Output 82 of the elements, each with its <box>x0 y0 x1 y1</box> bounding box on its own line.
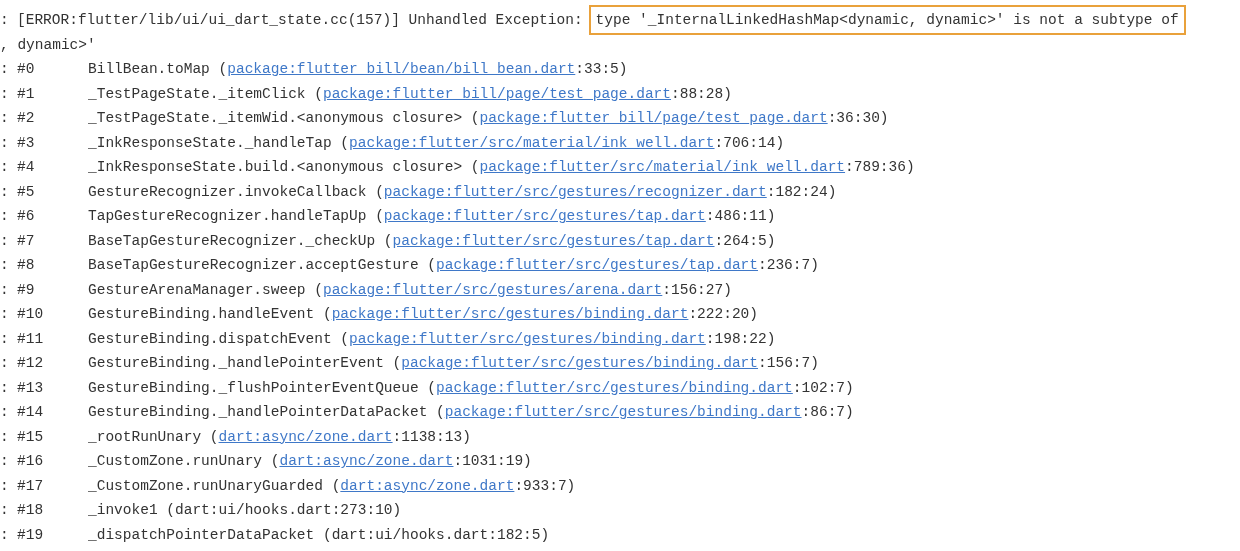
stack-frame: _rootRunUnary (dart:async/zone.dart:1138:13) <box>88 428 471 445</box>
stack-frame: GestureBinding._handlePointerDataPacket (package:flutter/src/gestures/binding.dart:86:7) <box>88 404 854 421</box>
source-link[interactable]: package:flutter_bill/page/test_page.dart <box>322 85 671 102</box>
line-prefix: : <box>0 183 10 200</box>
error-message: , dynamic>' <box>0 36 96 53</box>
line-prefix: : <box>0 257 10 274</box>
source-link[interactable]: package:flutter/src/gestures/binding.dart <box>331 306 689 323</box>
line-prefix: : <box>0 404 10 421</box>
line-prefix: : <box>0 85 10 102</box>
frame-number: #17 <box>17 477 45 494</box>
line-prefix: : <box>0 208 10 225</box>
frame-number: #14 <box>17 404 45 421</box>
stack-frame: GestureBinding.dispatchEvent (package:flutter/src/gestures/binding.dart:198:22) <box>88 330 776 347</box>
line-prefix: : <box>0 232 10 249</box>
frame-number: #7 <box>17 232 36 249</box>
frame-number: #18 <box>17 502 45 519</box>
frame-number: #6 <box>17 208 36 225</box>
line-prefix: : <box>0 281 10 298</box>
frame-number: #11 <box>17 330 45 347</box>
stack-frame: _InkResponseState.build.<anonymous closure> (package:flutter/src/material/ink_well.dart:789:36) <box>88 159 915 176</box>
frame-number: #13 <box>17 379 45 396</box>
source-link[interactable]: package:flutter/src/gestures/binding.dart <box>436 379 793 396</box>
frame-number: #9 <box>17 281 36 298</box>
stack-frame: _CustomZone.runUnary (dart:async/zone.dart:1031:19) <box>88 453 532 470</box>
source-link[interactable]: dart:async/zone.dart <box>218 428 393 445</box>
line-prefix: : <box>0 526 10 543</box>
line-prefix: : <box>0 428 10 445</box>
highlighted-error-text: type '_InternalLinkedHashMap<dynamic, dynamic>' is not a subtype of <box>588 5 1186 36</box>
line-prefix: : <box>0 379 10 396</box>
source-link[interactable]: package:flutter/src/gestures/recognizer.dart <box>383 183 767 200</box>
stack-frame: _CustomZone.runUnaryGuarded (dart:async/zone.dart:933:7) <box>88 477 576 494</box>
frame-number: #19 <box>17 526 45 543</box>
stack-frame: GestureBinding.handleEvent (package:flutter/src/gestures/binding.dart:222:20) <box>88 306 759 323</box>
source-link[interactable]: package:flutter/src/gestures/tap.dart <box>392 232 715 249</box>
frame-number: #5 <box>17 183 36 200</box>
stack-frame: TapGestureRecognizer.handleTapUp (package:flutter/src/gestures/tap.dart:486:11) <box>88 208 776 225</box>
stack-frame: GestureBinding._handlePointerEvent (package:flutter/src/gestures/binding.dart:156:7) <box>88 355 819 372</box>
stack-frame: GestureBinding._flushPointerEventQueue (package:flutter/src/gestures/binding.dart:102:7) <box>88 379 854 396</box>
frame-number: #1 <box>17 85 36 102</box>
line-prefix: : <box>0 110 10 127</box>
frame-number: #4 <box>17 159 36 176</box>
stack-frame: _dispatchPointerDataPacket (dart:ui/hooks.dart:182:5) <box>88 526 550 543</box>
frame-number: #12 <box>17 355 45 372</box>
line-prefix: : <box>0 61 10 78</box>
stack-frame: _InkResponseState._handleTap (package:flutter/src/material/ink_well.dart:706:14) <box>88 134 785 151</box>
frame-number: #3 <box>17 134 36 151</box>
line-prefix: : <box>0 306 10 323</box>
source-link[interactable]: dart:async/zone.dart <box>279 453 454 470</box>
source-link[interactable]: package:flutter/src/gestures/binding.dart <box>349 330 706 347</box>
source-link[interactable]: package:flutter/src/material/ink_well.dart <box>479 159 846 176</box>
frame-number: #10 <box>17 306 45 323</box>
stack-frame: GestureRecognizer.invokeCallback (package:flutter/src/gestures/recognizer.dart:182:24) <box>88 183 837 200</box>
error-message: [ERROR:flutter/lib/ui/ui_dart_state.cc(157)] Unhandled Exception: <box>17 12 583 29</box>
line-prefix: : <box>0 502 10 519</box>
frame-number: #0 <box>17 61 36 78</box>
source-link[interactable]: package:flutter/src/gestures/binding.dart <box>444 404 802 421</box>
line-prefix: : <box>0 134 10 151</box>
source-link[interactable]: package:flutter/src/material/ink_well.dart <box>349 134 715 151</box>
line-prefix: : <box>0 330 10 347</box>
stack-frame: BaseTapGestureRecognizer._checkUp (package:flutter/src/gestures/tap.dart:264:5) <box>88 232 776 249</box>
frame-number: #15 <box>17 428 45 445</box>
source-link[interactable]: package:flutter/src/gestures/tap.dart <box>436 257 758 274</box>
line-prefix: : <box>0 159 10 176</box>
line-prefix: : <box>0 453 10 470</box>
line-prefix: : <box>0 477 10 494</box>
frame-number: #8 <box>17 257 36 274</box>
source-link[interactable]: package:flutter_bill/page/test_page.dart <box>479 110 828 127</box>
line-prefix: : <box>0 355 10 372</box>
stack-frame: _TestPageState._itemWid.<anonymous closure> (package:flutter_bill/page/test_page.dart:36:30) <box>88 110 889 127</box>
frame-number: #2 <box>17 110 36 127</box>
stack-frame: BillBean.toMap (package:flutter_bill/bean/bill_bean.dart:33:5) <box>88 61 628 78</box>
stack-frame: _TestPageState._itemClick (package:flutter_bill/page/test_page.dart:88:28) <box>88 85 732 102</box>
stack-frame: BaseTapGestureRecognizer.acceptGesture (package:flutter/src/gestures/tap.dart:236:7) <box>88 257 819 274</box>
source-link[interactable]: package:flutter/src/gestures/tap.dart <box>383 208 706 225</box>
source-link[interactable]: package:flutter_bill/bean/bill_bean.dart <box>227 61 576 78</box>
stack-frame: _invoke1 (dart:ui/hooks.dart:273:10) <box>88 502 402 519</box>
stack-frame: GestureArenaManager.sweep (package:flutter/src/gestures/arena.dart:156:27) <box>88 281 732 298</box>
line-prefix: : <box>0 12 10 29</box>
source-link[interactable]: package:flutter/src/gestures/arena.dart <box>322 281 663 298</box>
frame-number: #16 <box>17 453 45 470</box>
source-link[interactable]: package:flutter/src/gestures/binding.dart <box>401 355 759 372</box>
source-link[interactable]: dart:async/zone.dart <box>340 477 515 494</box>
